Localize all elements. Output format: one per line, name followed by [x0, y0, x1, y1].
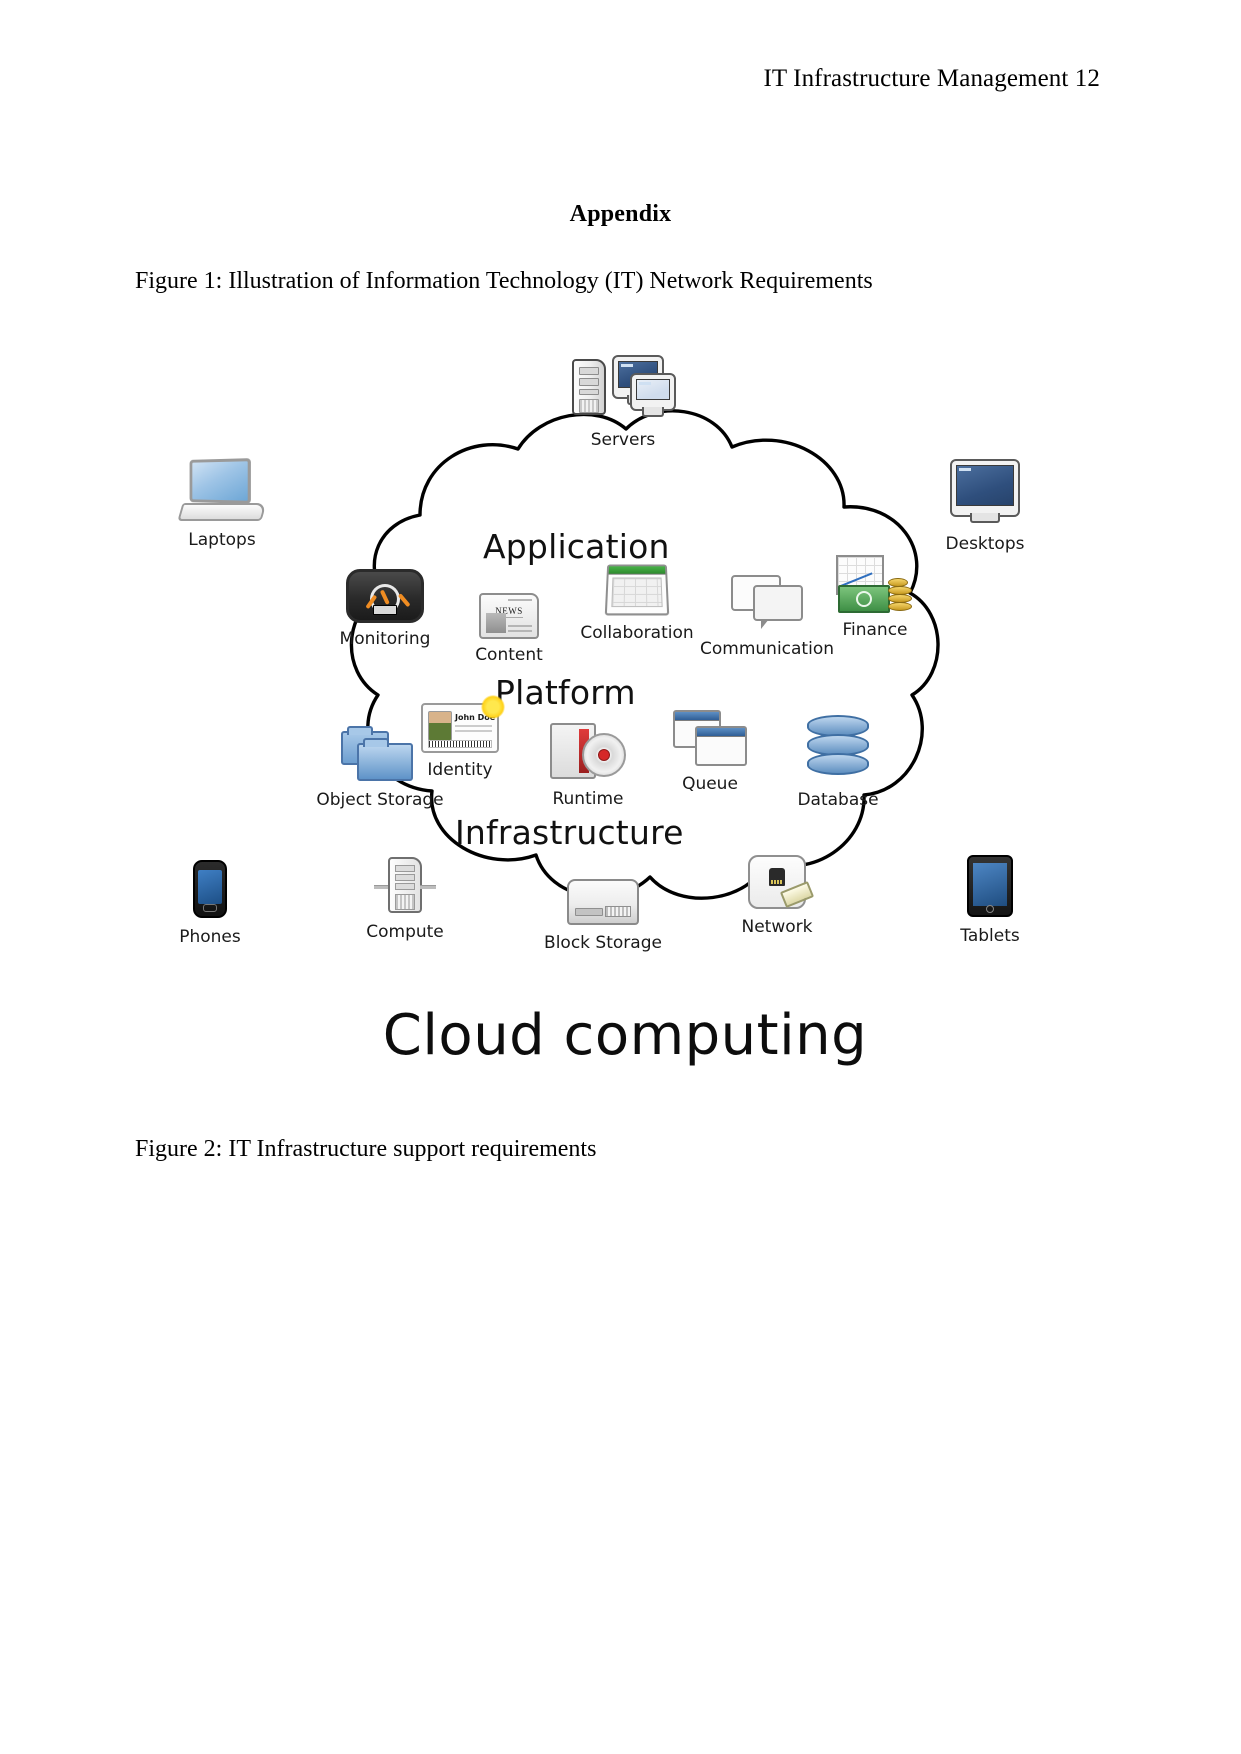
laptop-icon — [177, 458, 267, 521]
tier-heading-infrastructure: Infrastructure — [455, 813, 684, 852]
service-compute[interactable]: Compute — [345, 857, 465, 943]
service-finance[interactable]: Finance — [810, 555, 940, 641]
service-content[interactable]: NEWS Content — [454, 593, 564, 666]
service-label-collaboration: Collaboration — [580, 623, 694, 643]
device-label-servers: Servers — [590, 430, 656, 450]
appendix-heading: Appendix — [569, 201, 672, 227]
figure-2-caption: Figure 2: IT Infrastructure support requ… — [135, 1136, 597, 1162]
service-block-storage[interactable]: Block Storage — [523, 879, 683, 954]
service-label-compute: Compute — [366, 922, 444, 942]
service-monitoring[interactable]: Monitoring — [320, 569, 450, 650]
device-servers[interactable]: Servers — [538, 355, 708, 451]
id-card-icon: John Doe — [421, 695, 505, 753]
cloud-computing-diagram: Servers Laptops Desktops Phones Tablets — [120, 355, 1130, 1095]
service-label-runtime: Runtime — [552, 789, 624, 809]
service-label-identity: Identity — [427, 760, 493, 780]
tier-heading-application: Application — [483, 527, 670, 566]
service-runtime[interactable]: Runtime — [518, 723, 658, 810]
service-label-finance: Finance — [842, 620, 908, 640]
disc-icon — [550, 723, 626, 781]
service-label-communication: Communication — [700, 639, 834, 659]
rack-server-icon — [374, 857, 436, 915]
document-page: IT Infrastructure Management 12 Appendix… — [0, 0, 1241, 1754]
service-label-object-storage: Object Storage — [316, 790, 444, 810]
spreadsheet-icon — [604, 564, 670, 616]
device-tablets[interactable]: Tablets — [920, 855, 1060, 947]
running-header: IT Infrastructure Management 12 — [763, 65, 1100, 92]
newspaper-icon: NEWS — [479, 593, 539, 639]
device-label-phones: Phones — [179, 927, 241, 947]
desktop-monitor-icon — [950, 459, 1020, 523]
tablet-icon — [967, 855, 1013, 917]
stacked-windows-icon — [673, 710, 747, 766]
money-coins-icon — [836, 555, 914, 613]
chat-bubbles-icon — [731, 575, 803, 629]
figure-1-caption: Figure 1: Illustration of Information Te… — [135, 268, 873, 294]
service-label-content: Content — [475, 645, 543, 665]
service-label-monitoring: Monitoring — [339, 629, 431, 649]
service-label-database: Database — [797, 790, 879, 810]
service-label-queue: Queue — [682, 774, 738, 794]
disk-box-icon — [567, 879, 639, 925]
database-cylinder-icon — [807, 715, 869, 779]
service-queue[interactable]: Queue — [640, 710, 780, 795]
network-jack-icon — [748, 855, 815, 909]
device-label-desktops: Desktops — [945, 534, 1025, 554]
service-label-block-storage: Block Storage — [544, 933, 662, 953]
device-label-tablets: Tablets — [960, 926, 1020, 946]
device-desktops[interactable]: Desktops — [910, 459, 1060, 555]
service-label-network: Network — [741, 917, 813, 937]
device-label-laptops: Laptops — [188, 530, 256, 550]
diagram-title: Cloud computing — [382, 1003, 868, 1068]
service-database[interactable]: Database — [768, 715, 908, 811]
device-laptops[interactable]: Laptops — [152, 458, 292, 551]
service-collaboration[interactable]: Collaboration — [568, 563, 706, 644]
device-phones[interactable]: Phones — [140, 860, 280, 948]
service-identity[interactable]: John Doe Identity — [400, 695, 520, 781]
servers-icon — [564, 355, 682, 417]
gauge-icon — [346, 569, 424, 623]
smartphone-icon — [193, 860, 227, 918]
service-network[interactable]: Network — [707, 855, 847, 938]
